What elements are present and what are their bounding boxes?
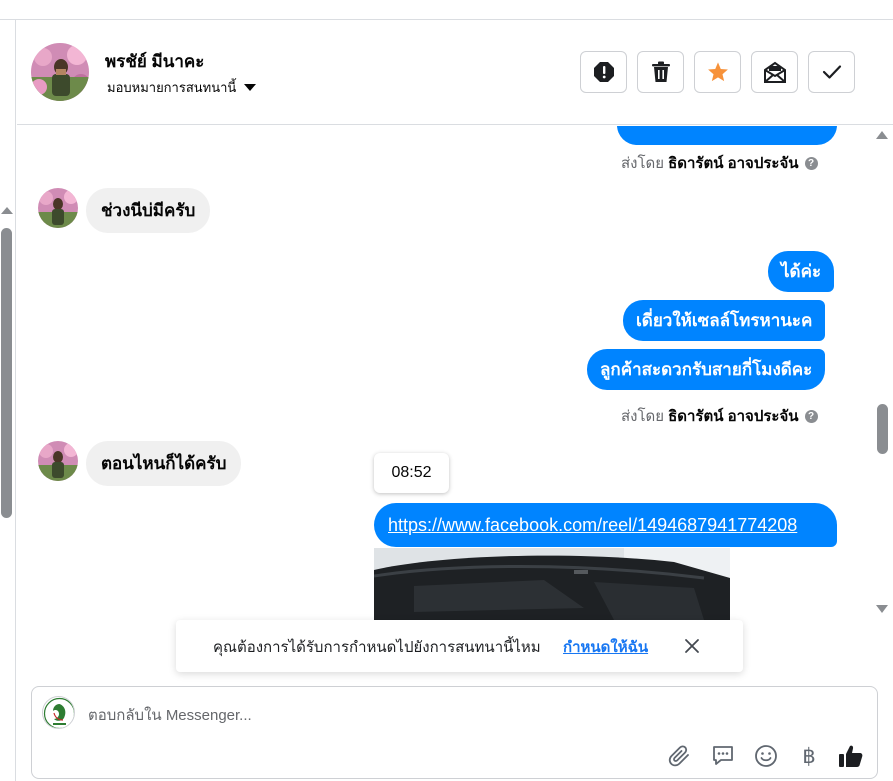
- attach-button[interactable]: [667, 743, 693, 769]
- payment-button[interactable]: ฿: [796, 743, 822, 769]
- top-bar: [0, 0, 893, 20]
- link-message-bubble[interactable]: https://www.facebook.com/reel/1494687941…: [374, 503, 837, 547]
- sent-by-prefix: ส่งโดย: [621, 155, 665, 172]
- left-scrollbar-thumb[interactable]: [1, 228, 12, 518]
- trash-icon: [651, 61, 670, 82]
- sent-by-label: ส่งโดย ธิดารัตน์ อาจประจัน ?: [621, 151, 818, 175]
- star-button[interactable]: [694, 51, 741, 93]
- message-bubble-outgoing[interactable]: ได้ค่ะ: [768, 251, 835, 292]
- mark-spam-button[interactable]: [580, 51, 627, 93]
- notice-text: คุณต้องการได้รับการกำหนดไปยังการสนทนานี้…: [213, 639, 541, 656]
- delete-button[interactable]: [637, 51, 684, 93]
- thumbs-up-icon: [839, 745, 863, 767]
- left-scroll-up-arrow[interactable]: [1, 207, 13, 214]
- message-bubble-outgoing[interactable]: [617, 126, 837, 145]
- sent-by-prefix: ส่งโดย: [621, 408, 665, 425]
- send-like-button[interactable]: [838, 743, 864, 769]
- reply-input[interactable]: [88, 701, 688, 729]
- mark-done-button[interactable]: [808, 51, 855, 93]
- saved-replies-button[interactable]: [710, 743, 736, 769]
- conversation-header: พรชัย์ มีนาคะ มอบหมายการสนทนานี้: [17, 21, 893, 125]
- emoji-button[interactable]: [753, 743, 779, 769]
- emoji-icon: [755, 745, 777, 767]
- thread-scroll-up-arrow[interactable]: [876, 131, 888, 139]
- saved-reply-icon: [713, 746, 733, 765]
- shared-link[interactable]: https://www.facebook.com/reel/1494687941…: [388, 515, 797, 535]
- message-thread[interactable]: ส่งโดย ธิดารัตน์ อาจประจัน ? ช่วงนีบ่มีค…: [17, 126, 875, 620]
- video-preview[interactable]: [374, 548, 730, 620]
- sent-by-name: ธิดารัตน์ อาจประจัน: [668, 155, 799, 172]
- assign-to-me-link[interactable]: กำหนดให้ฉัน: [563, 635, 648, 659]
- star-icon: [707, 62, 728, 82]
- reply-composer: ฿: [31, 686, 878, 779]
- timestamp-tooltip: 08:52: [374, 453, 449, 493]
- sent-by-label: ส่งโดย ธิดารัตน์ อาจประจัน ?: [621, 404, 818, 428]
- help-icon[interactable]: ?: [804, 409, 818, 423]
- contact-name[interactable]: พรชัย์ มีนาคะ: [105, 48, 204, 75]
- contact-avatar[interactable]: [31, 43, 89, 101]
- thread-scrollbar-thumb[interactable]: [877, 404, 888, 454]
- baht-icon: ฿: [802, 744, 816, 768]
- message-bubble-outgoing[interactable]: เดี่ยวให้เซลล์โทรหานะค: [623, 300, 826, 341]
- customer-avatar[interactable]: [38, 188, 78, 228]
- envelope-open-icon: [763, 61, 786, 83]
- message-bubble-incoming[interactable]: ตอนไหนก็ได้ครับ: [86, 441, 242, 486]
- mark-unread-button[interactable]: [751, 51, 798, 93]
- help-icon[interactable]: ?: [804, 156, 818, 170]
- alert-octagon-icon: [593, 62, 614, 82]
- page-logo: [42, 696, 75, 729]
- assign-to-me-notice: คุณต้องการได้รับการกำหนดไปยังการสนทนานี้…: [176, 620, 743, 672]
- customer-avatar[interactable]: [38, 441, 78, 481]
- message-bubble-outgoing[interactable]: ลูกค้าสะดวกรับสายกี่โมงดีคะ: [587, 349, 826, 390]
- message-bubble-incoming[interactable]: ช่วงนีบ่มีครับ: [86, 188, 211, 233]
- caret-down-icon: [244, 84, 257, 91]
- paperclip-icon: [668, 745, 689, 767]
- assign-conversation-dropdown[interactable]: มอบหมายการสนทนานี้: [107, 77, 257, 98]
- thread-scroll-down-arrow[interactable]: [876, 605, 888, 613]
- sent-by-name: ธิดารัตน์ อาจประจัน: [668, 408, 799, 425]
- assign-label: มอบหมายการสนทนานี้: [107, 80, 237, 95]
- checkmark-icon: [822, 65, 841, 79]
- close-icon[interactable]: [682, 636, 702, 656]
